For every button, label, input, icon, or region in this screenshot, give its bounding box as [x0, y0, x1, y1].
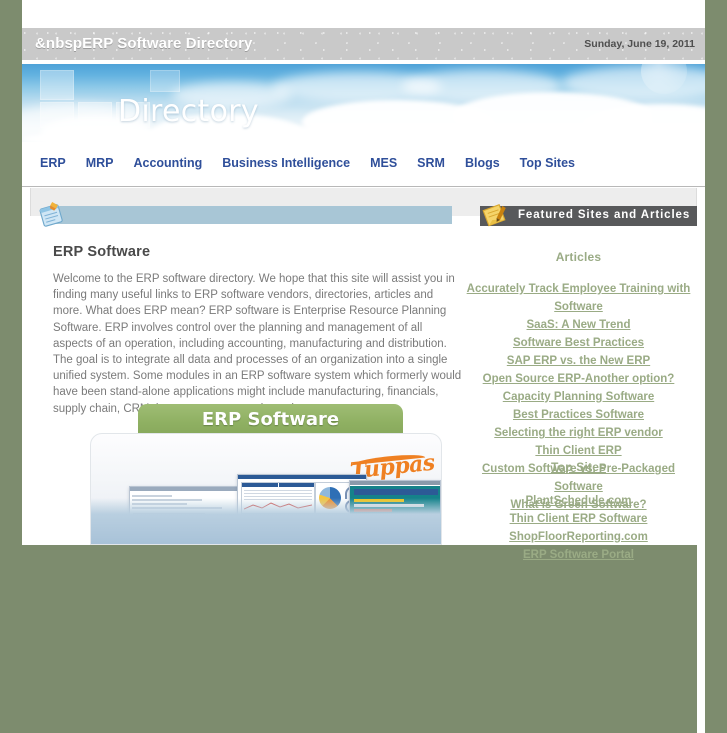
link-topsites-2[interactable]: ShopFloorReporting.com: [509, 531, 648, 543]
page-title: &nbspERP Software Directory: [35, 35, 253, 52]
decorative-square: [40, 102, 74, 128]
link-articles-8[interactable]: Thin Client ERP: [535, 445, 621, 457]
panel-floor: [91, 498, 441, 544]
list-item: ERP Software Portal: [460, 545, 697, 563]
decorative-square: [40, 70, 74, 100]
link-topsites-0[interactable]: PlantSchedule.com: [525, 495, 631, 507]
list-item: SaaS: A New Trend: [460, 315, 697, 333]
list-item: Best Practices Software: [460, 405, 697, 423]
site-header-bar: &nbspERP Software Directory Sunday, June…: [22, 28, 705, 60]
list-item: Accurately Track Employee Training with …: [460, 279, 697, 315]
nav-item-list: ERP MRP Accounting Business Intelligence MES…: [40, 156, 575, 170]
topsites-block: Top Sites PlantSchedule.com Thin Client E…: [460, 460, 697, 563]
banner-word: Directory: [118, 94, 259, 129]
nav-item-blogs[interactable]: Blogs: [465, 156, 500, 170]
list-item: ShopFloorReporting.com: [460, 527, 697, 545]
list-item: PlantSchedule.com: [460, 491, 697, 509]
nav-item-mes[interactable]: MES: [370, 156, 397, 170]
content-area: ERP Software Welcome to the ERP software…: [22, 188, 705, 733]
articles-heading: Articles: [555, 250, 602, 264]
main-navigation: ERP MRP Accounting Business Intelligence MES…: [22, 142, 705, 187]
notepad-icon: [39, 201, 63, 227]
pencil-pad-icon: [482, 204, 506, 227]
page-body: &nbspERP Software Directory Sunday, June…: [22, 0, 705, 733]
list-item: Selecting the right ERP vendor: [460, 423, 697, 441]
content-right-edge: [697, 376, 705, 733]
nav-item-accounting[interactable]: Accounting: [133, 156, 202, 170]
list-item: Open Source ERP-Another option?: [460, 369, 697, 387]
decorative-square: [150, 70, 180, 92]
product-panel: Tuppas: [90, 433, 442, 545]
main-section-bar: [52, 206, 452, 224]
link-articles-6[interactable]: Best Practices Software: [513, 409, 644, 421]
featured-bar: Featured Sites and Articles: [480, 206, 697, 226]
main-body-text: Welcome to the ERP software directory. W…: [53, 273, 462, 415]
list-item: Thin Client ERP: [460, 441, 697, 459]
list-item: SAP ERP vs. the New ERP: [460, 351, 697, 369]
topsites-heading: Top Sites: [551, 460, 606, 474]
list-item: Software Best Practices: [460, 333, 697, 351]
topsites-list: PlantSchedule.com Thin Client ERP Softwar…: [460, 491, 697, 563]
featured-bar-label: Featured Sites and Articles: [518, 209, 691, 221]
link-articles-4[interactable]: Open Source ERP-Another option?: [483, 373, 675, 385]
link-articles-0[interactable]: Accurately Track Employee Training with …: [467, 283, 691, 313]
nav-item-srm[interactable]: SRM: [417, 156, 445, 170]
decorative-square: [78, 102, 112, 128]
link-articles-3[interactable]: SAP ERP vs. the New ERP: [507, 355, 650, 367]
main-heading: ERP Software: [53, 244, 151, 260]
product-tab-label: ERP Software: [201, 409, 340, 430]
link-topsites-3[interactable]: ERP Software Portal: [523, 549, 634, 561]
product-screenshot: ERP Software Tuppas: [90, 404, 490, 545]
nav-item-mrp[interactable]: MRP: [86, 156, 114, 170]
nav-item-business-intelligence[interactable]: Business Intelligence: [222, 156, 350, 170]
sidebar: Featured Sites and Articles Articles Acc…: [460, 188, 697, 561]
main-column: ERP Software Welcome to the ERP software…: [30, 188, 461, 545]
page-frame: &nbspERP Software Directory Sunday, June…: [0, 0, 727, 733]
nav-item-top-sites[interactable]: Top Sites: [520, 156, 575, 170]
link-articles-2[interactable]: Software Best Practices: [513, 337, 644, 349]
header-date: Sunday, June 19, 2011: [584, 38, 695, 50]
list-item: Thin Client ERP Software: [460, 509, 697, 527]
hero-banner: Directory: [22, 64, 705, 142]
link-articles-1[interactable]: SaaS: A New Trend: [527, 319, 631, 331]
top-spacer: [22, 0, 705, 28]
link-articles-5[interactable]: Capacity Planning Software: [503, 391, 654, 403]
link-topsites-1[interactable]: Thin Client ERP Software: [510, 513, 648, 525]
nav-item-erp[interactable]: ERP: [40, 156, 66, 170]
list-item: Capacity Planning Software: [460, 387, 697, 405]
link-articles-7[interactable]: Selecting the right ERP vendor: [494, 427, 663, 439]
